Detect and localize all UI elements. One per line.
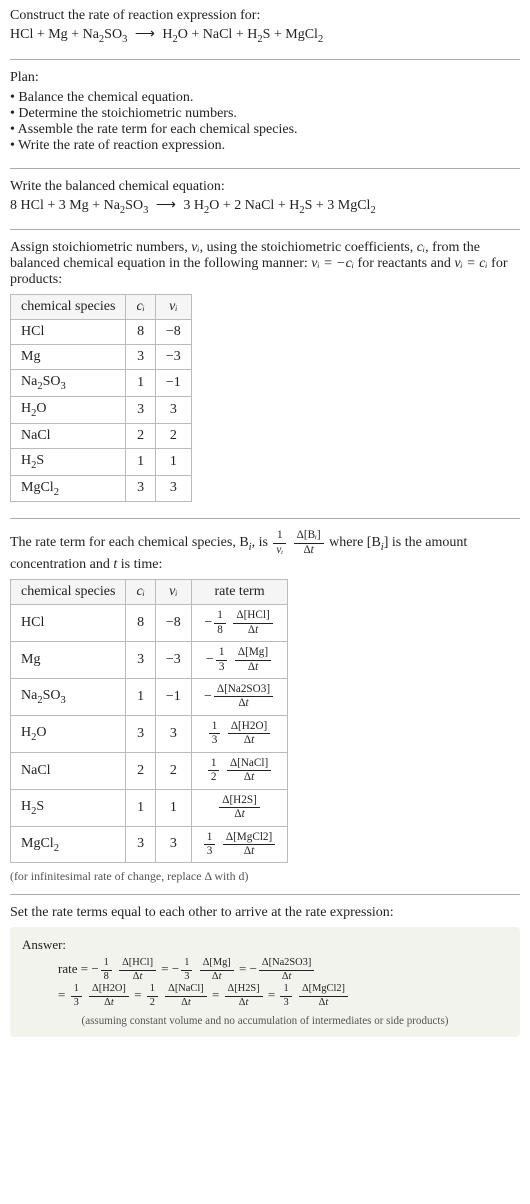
table-row: MgCl233 bbox=[11, 475, 192, 502]
plan-item: Determine the stoichiometric numbers. bbox=[10, 106, 520, 122]
table-row: HCl8−8−18 Δ[HCl]Δt bbox=[11, 605, 288, 642]
text: Assign stoichiometric numbers, bbox=[10, 240, 191, 255]
relation-prod: νᵢ = cᵢ bbox=[454, 256, 487, 271]
rateterm-footnote: (for infinitesimal rate of change, repla… bbox=[10, 869, 520, 884]
text: for reactants and bbox=[354, 256, 454, 271]
ci-symbol: cᵢ bbox=[417, 240, 425, 255]
table-row: Mg3−3−13 Δ[Mg]Δt bbox=[11, 642, 288, 679]
balanced-equation: 8 HCl + 3 Mg + Na2SO3 ⟶ 3 H2O + 2 NaCl +… bbox=[10, 195, 520, 220]
table-row: NaCl22 bbox=[11, 423, 192, 448]
answer-box: Answer: rate = −18 Δ[HCl]Δt = −13 Δ[Mg]Δ… bbox=[10, 927, 520, 1037]
final-section: Set the rate terms equal to each other t… bbox=[10, 905, 520, 1037]
stoich-section: Assign stoichiometric numbers, νᵢ, using… bbox=[10, 240, 520, 519]
text: The rate term for each chemical species,… bbox=[10, 536, 249, 551]
final-intro: Set the rate terms equal to each other t… bbox=[10, 905, 520, 921]
answer-label: Answer: bbox=[22, 937, 508, 953]
text: is time: bbox=[117, 557, 162, 572]
rateterm-intro: The rate term for each chemical species,… bbox=[10, 529, 520, 573]
text: , is bbox=[252, 536, 272, 551]
prompt-section: Construct the rate of reaction expressio… bbox=[10, 8, 520, 60]
plan-section: Plan: Balance the chemical equation.Dete… bbox=[10, 70, 520, 169]
table-row: MgCl23313 Δ[MgCl2]Δt bbox=[11, 826, 288, 863]
dBi-dt: Δ[Bᵢ]Δt bbox=[294, 529, 324, 557]
text: , using the stoichiometric coefficients, bbox=[200, 240, 417, 255]
plan-item: Write the rate of reaction expression. bbox=[10, 138, 520, 154]
one-over-nu: 1νᵢ bbox=[273, 529, 286, 557]
rateterm-table: chemical speciescᵢνᵢrate termHCl8−8−18 Δ… bbox=[10, 579, 288, 863]
answer-note: (assuming constant volume and no accumul… bbox=[22, 1015, 508, 1027]
plan-item: Balance the chemical equation. bbox=[10, 90, 520, 106]
text: where [B bbox=[329, 536, 381, 551]
stoich-intro: Assign stoichiometric numbers, νᵢ, using… bbox=[10, 240, 520, 288]
table-row: Na2SO31−1−Δ[Na2SO3]Δt bbox=[11, 679, 288, 716]
table-row: H2O3313 Δ[H2O]Δt bbox=[11, 715, 288, 752]
table-row: Mg3−3 bbox=[11, 345, 192, 370]
balanced-title: Write the balanced chemical equation: bbox=[10, 179, 520, 195]
table-row: Na2SO31−1 bbox=[11, 370, 192, 397]
table-row: NaCl2212 Δ[NaCl]Δt bbox=[11, 752, 288, 789]
prompt-title: Construct the rate of reaction expressio… bbox=[10, 8, 520, 24]
table-row: H2S11Δ[H2S]Δt bbox=[11, 789, 288, 826]
table-row: HCl8−8 bbox=[11, 320, 192, 345]
table-row: H2S11 bbox=[11, 448, 192, 475]
plan-item: Assemble the rate term for each chemical… bbox=[10, 122, 520, 138]
plan-list: Balance the chemical equation.Determine … bbox=[10, 90, 520, 154]
plan-title: Plan: bbox=[10, 70, 520, 86]
nu-symbol: νᵢ bbox=[191, 240, 199, 255]
rate-expression: rate = −18 Δ[HCl]Δt = −13 Δ[Mg]Δt = −Δ[N… bbox=[22, 957, 508, 1009]
rateterm-section: The rate term for each chemical species,… bbox=[10, 529, 520, 895]
unbalanced-equation: HCl + Mg + Na2SO3 ⟶ H2O + NaCl + H2S + M… bbox=[10, 24, 520, 49]
relation-react: νᵢ = −cᵢ bbox=[311, 256, 354, 271]
table-row: H2O33 bbox=[11, 396, 192, 423]
balanced-section: Write the balanced chemical equation: 8 … bbox=[10, 179, 520, 231]
stoich-table: chemical speciescᵢνᵢHCl8−8Mg3−3Na2SO31−1… bbox=[10, 294, 192, 502]
